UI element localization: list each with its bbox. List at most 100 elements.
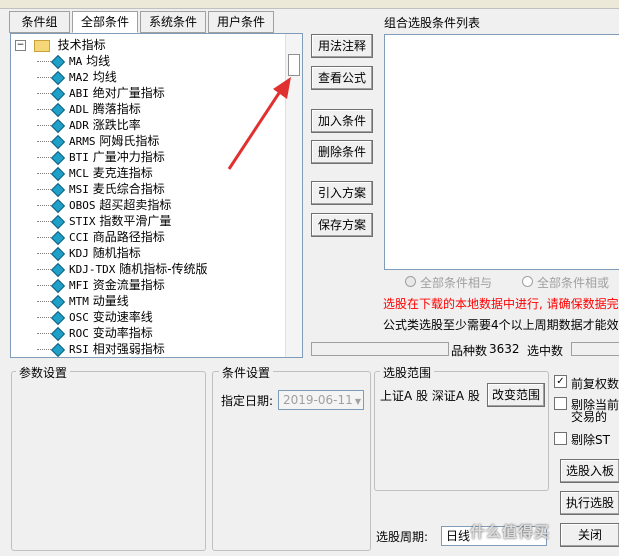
indicator-code: OBOS (69, 199, 96, 212)
tree-item[interactable]: ROC 变动率指标 (37, 325, 153, 341)
indicator-code: ABI (69, 87, 89, 100)
indicator-icon (50, 214, 66, 229)
tree-connector (37, 109, 51, 110)
execute-select-button[interactable]: 执行选股 (560, 491, 619, 515)
scroll-thumb[interactable] (288, 54, 300, 76)
tree-connector (37, 173, 51, 174)
tree-connector (37, 125, 51, 126)
dropdown-arrow-icon[interactable]: ▼ (355, 393, 361, 411)
indicator-name: 麦氏综合指标 (92, 182, 165, 196)
indicator-name: 超买超卖指标 (99, 198, 172, 212)
annotation-arrow-icon (227, 77, 291, 170)
indicator-name: 随机指标-传统版 (119, 262, 208, 276)
period-label: 选股周期: (376, 530, 429, 544)
tree-item[interactable]: KDJ 随机指标 (37, 245, 141, 261)
indicator-name: 动量线 (92, 294, 129, 308)
folder-icon (33, 39, 50, 52)
tree-item[interactable]: KDJ-TDX 随机指标-传统版 (37, 261, 208, 277)
indicator-icon (50, 70, 66, 85)
tree-item[interactable]: ABI 绝对广量指标 (37, 85, 165, 101)
tree-root[interactable]: − 技术指标 (15, 37, 106, 53)
indicator-icon (50, 262, 66, 277)
change-range-button[interactable]: 改变范围 (487, 383, 545, 407)
usage-notes-button[interactable]: 用法注释 (311, 34, 373, 58)
indicator-icon (50, 86, 66, 101)
tree-connector (37, 301, 51, 302)
tab-all-conditions[interactable]: 全部条件 (72, 11, 138, 33)
indicator-icon (50, 182, 66, 197)
tab-user-conditions[interactable]: 用户条件 (208, 11, 274, 33)
tree-item[interactable]: CCI 商品路径指标 (37, 229, 165, 245)
indicator-code: BTI (69, 151, 89, 164)
restore-checkbox[interactable]: ✓ (554, 375, 567, 388)
condition-list-title: 组合选股条件列表 (384, 16, 481, 30)
watermark: 什么值得买 (470, 523, 551, 541)
tree-item[interactable]: OSC 变动速率线 (37, 309, 153, 325)
tree-item[interactable]: MA 均线 (37, 53, 110, 69)
tree-item[interactable]: ADL 腾落指标 (37, 101, 141, 117)
param-title: 参数设置 (16, 364, 71, 381)
indicator-icon (50, 278, 66, 293)
view-formula-button[interactable]: 查看公式 (311, 66, 373, 90)
delete-condition-button[interactable]: 删除条件 (311, 140, 373, 164)
indicator-code: ARMS (69, 135, 96, 148)
tree-connector (37, 253, 51, 254)
radio-and[interactable] (405, 276, 416, 287)
exclude-today-checkbox[interactable] (554, 397, 567, 410)
import-plan-button[interactable]: 引入方案 (311, 181, 373, 205)
tree-connector (37, 237, 51, 238)
tree-item[interactable]: OBOS 超买超卖指标 (37, 197, 171, 213)
indicator-name: 广量冲力指标 (92, 150, 165, 164)
tree-connector (37, 157, 51, 158)
tree-item[interactable]: MSI 麦氏综合指标 (37, 181, 165, 197)
exclude-st-checkbox[interactable] (554, 432, 567, 445)
indicator-code: MA (69, 55, 83, 68)
tree-item[interactable]: STIX 指数平滑广量 (37, 213, 171, 229)
tree-item[interactable]: RSI 相对强弱指标 (37, 341, 165, 357)
date-picker[interactable]: 2019-06-11 ▼ (278, 390, 364, 410)
tree-item[interactable]: MTM 动量线 (37, 293, 129, 309)
tree-item[interactable]: ADR 涨跌比率 (37, 117, 141, 133)
tree-connector (37, 221, 51, 222)
tree-item[interactable]: MA2 均线 (37, 69, 117, 85)
indicator-name: 麦克连指标 (92, 166, 153, 180)
tree-connector (37, 333, 51, 334)
tree-item[interactable]: BTI 广量冲力指标 (37, 149, 165, 165)
tree-connector (37, 349, 51, 350)
indicator-code: RSI (69, 343, 89, 356)
tree-connector (37, 205, 51, 206)
indicator-icon (50, 54, 66, 69)
indicator-code: MSI (69, 183, 89, 196)
condition-list[interactable] (384, 34, 619, 270)
tree-connector (37, 141, 51, 142)
select-to-board-button[interactable]: 选股入板 (560, 459, 619, 483)
add-condition-button[interactable]: 加入条件 (311, 109, 373, 133)
tab-system-conditions[interactable]: 系统条件 (140, 11, 206, 33)
indicator-code: MCL (69, 167, 89, 180)
param-groupbox (11, 371, 206, 551)
collapse-icon[interactable]: − (15, 40, 26, 51)
tree-item[interactable]: MFI 资金流量指标 (37, 277, 165, 293)
indicator-icon (50, 294, 66, 309)
selected-count-field (571, 342, 619, 356)
indicator-icon (50, 102, 66, 117)
tree-connector (37, 285, 51, 286)
indicator-code: MA2 (69, 71, 89, 84)
save-plan-button[interactable]: 保存方案 (311, 213, 373, 237)
tree-item[interactable]: MCL 麦克连指标 (37, 165, 153, 181)
indicator-name: 相对强弱指标 (92, 342, 165, 356)
tab-condition-group[interactable]: 条件组 (9, 11, 70, 33)
indicator-code: OSC (69, 311, 89, 324)
note-text: 公式类选股至少需要4个以上周期数据才能效 (383, 318, 619, 332)
stock-count-value: 3632 (489, 342, 520, 356)
exclude-st-label: 剔除ST (571, 433, 610, 447)
indicator-code: ROC (69, 327, 89, 340)
radio-or[interactable] (522, 276, 533, 287)
indicator-icon (50, 134, 66, 149)
tree-connector (37, 189, 51, 190)
close-button[interactable]: 关闭 (560, 523, 619, 547)
indicator-icon (50, 166, 66, 181)
tree-item[interactable]: ARMS 阿姆氏指标 (37, 133, 159, 149)
indicator-code: STIX (69, 215, 96, 228)
indicator-name: 资金流量指标 (92, 278, 165, 292)
